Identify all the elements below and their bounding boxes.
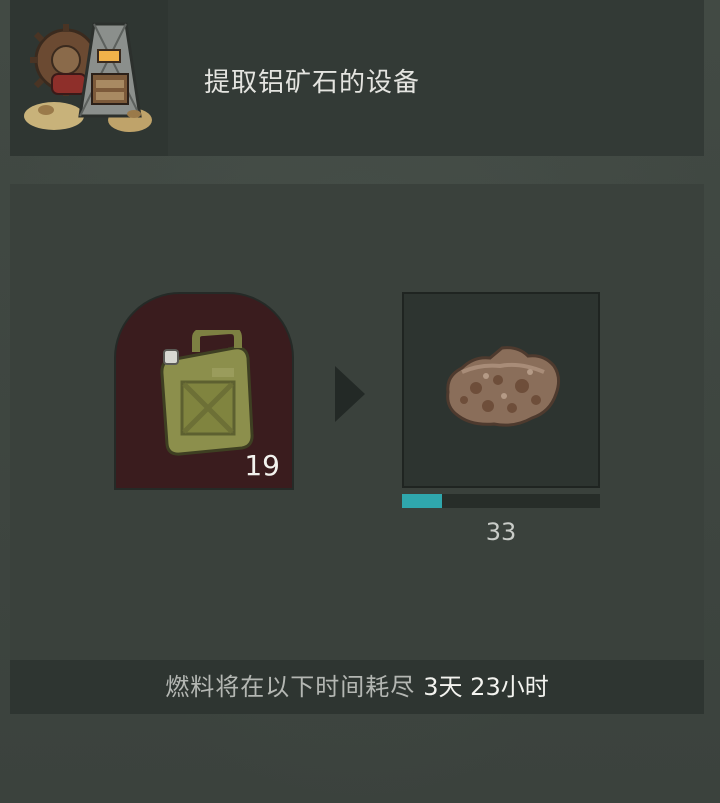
fuel-status-bar: 燃料将在以下时间耗尽 3天 23小时 (10, 660, 704, 714)
extractor-icon-box (10, 0, 168, 156)
output-count: 33 (485, 518, 517, 546)
aluminum-ore-icon (446, 346, 561, 427)
arrow-right-icon (335, 366, 365, 422)
production-panel: 19 33 (10, 184, 704, 714)
jerrycan-icon (160, 330, 254, 456)
fuel-remaining-time: 3天 23小时 (423, 673, 549, 701)
fuel-count: 19 (244, 449, 280, 482)
fuel-depletion-label: 燃料将在以下时间耗尽 (165, 673, 416, 701)
aluminum-ore-extractor-icon (24, 22, 152, 132)
progress-fill (402, 494, 442, 508)
production-progress-bar (402, 494, 600, 508)
output-slot[interactable] (402, 292, 600, 488)
page-title: 提取铝矿石的设备 (204, 68, 421, 98)
header-panel: 提取铝矿石的设备 (10, 0, 704, 156)
fuel-slot[interactable]: 19 (114, 292, 294, 490)
